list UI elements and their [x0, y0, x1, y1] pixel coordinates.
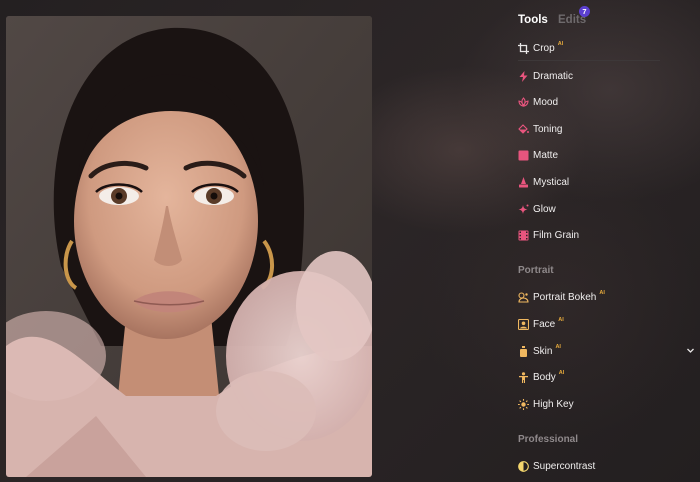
- ai-badge: AI: [555, 344, 561, 350]
- bokeh-icon: [518, 291, 529, 303]
- tool-portrait-bokeh-label: Portrait Bokeh: [533, 291, 597, 303]
- tool-body[interactable]: Body AI: [518, 368, 564, 386]
- sparkle-icon: [518, 204, 529, 215]
- tool-film-grain-label: Film Grain: [533, 229, 580, 241]
- edits-count-badge: 7: [579, 6, 590, 17]
- section-title-portrait: Portrait: [518, 265, 554, 276]
- tool-high-key-label: High Key: [533, 398, 574, 410]
- divider: [518, 60, 660, 61]
- ai-badge: AI: [558, 370, 565, 376]
- tool-toning-label: Toning: [533, 123, 563, 135]
- tool-high-key[interactable]: High Key: [518, 395, 574, 413]
- photo-preview[interactable]: [6, 16, 372, 477]
- tab-tools[interactable]: Tools: [518, 14, 548, 26]
- tool-matte-label: Matte: [533, 149, 559, 161]
- tool-mystical-label: Mystical: [533, 176, 570, 188]
- tool-portrait-bokeh[interactable]: Portrait Bokeh AI: [518, 288, 605, 306]
- tool-crop-label: Crop: [533, 42, 555, 54]
- tool-dramatic-label: Dramatic: [533, 70, 574, 82]
- tool-dramatic[interactable]: Dramatic: [518, 67, 573, 85]
- tool-skin-label: Skin: [533, 345, 553, 357]
- tool-glow[interactable]: Glow: [518, 200, 556, 218]
- tool-matte[interactable]: Matte: [518, 146, 558, 164]
- tool-mood-label: Mood: [533, 96, 559, 108]
- tool-body-label: Body: [533, 371, 556, 383]
- paint-bucket-icon: [518, 123, 529, 135]
- contrast-icon: [518, 460, 529, 472]
- ai-badge: AI: [557, 41, 564, 47]
- body-icon: [518, 371, 529, 383]
- ai-badge: AI: [558, 317, 564, 323]
- tool-mystical[interactable]: Mystical: [518, 173, 569, 191]
- tool-film-grain[interactable]: Film Grain: [518, 226, 579, 244]
- wizard-icon: [518, 176, 529, 188]
- tool-supercontrast-label: Supercontrast: [533, 460, 596, 472]
- lightning-icon: [518, 70, 529, 82]
- chevron-down-icon[interactable]: [686, 346, 695, 355]
- crop-icon: [518, 42, 529, 54]
- face-icon: [518, 318, 529, 330]
- film-icon: [518, 230, 529, 241]
- tool-glow-label: Glow: [533, 203, 556, 215]
- tool-face-label: Face: [533, 318, 556, 330]
- tool-toning[interactable]: Toning: [518, 120, 562, 138]
- square-icon: [518, 150, 529, 161]
- tools-panel: Tools Edits 7 Crop AI Dramatic Mood Toni…: [518, 0, 700, 482]
- sun-icon: [518, 398, 529, 410]
- lotus-icon: [518, 96, 529, 108]
- tool-supercontrast[interactable]: Supercontrast: [518, 457, 595, 475]
- tool-crop[interactable]: Crop AI: [518, 39, 563, 57]
- section-title-professional: Professional: [518, 434, 579, 445]
- tool-skin[interactable]: Skin AI: [518, 342, 561, 360]
- portrait-photo: [6, 16, 372, 477]
- skin-bottle-icon: [518, 345, 529, 357]
- ai-badge: AI: [599, 290, 605, 296]
- tool-mood[interactable]: Mood: [518, 93, 558, 111]
- tool-face[interactable]: Face AI: [518, 315, 564, 333]
